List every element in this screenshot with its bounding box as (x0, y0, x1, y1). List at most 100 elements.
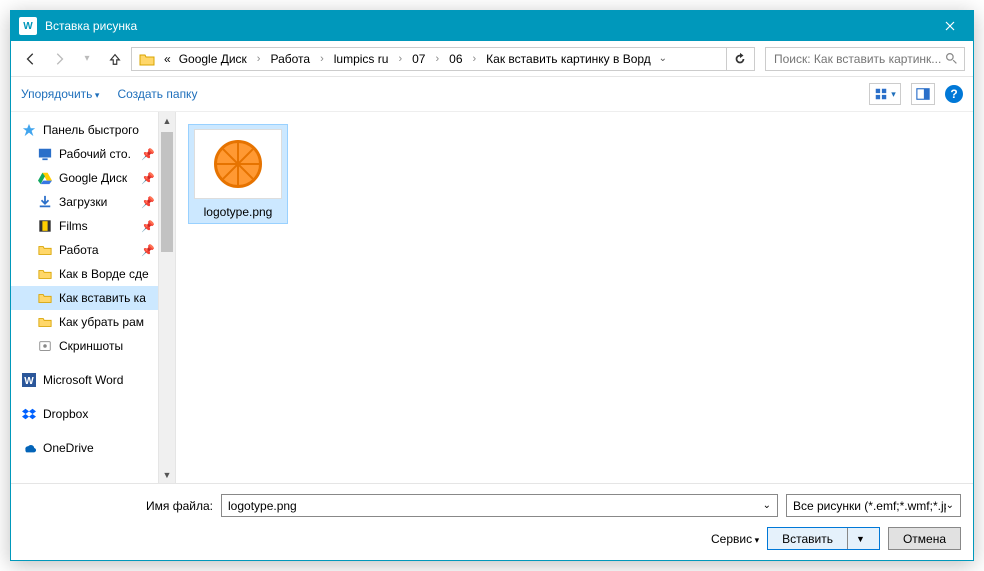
chevron-down-icon[interactable]: ⌄ (763, 500, 771, 511)
breadcrumb-item[interactable]: Как вставить картинку в Ворд (482, 50, 655, 68)
dropbox-icon (21, 406, 37, 422)
file-name: logotype.png (204, 205, 273, 219)
sidebar-item-onedrive[interactable]: OneDrive (11, 436, 175, 460)
tree-label: Microsoft Word (43, 373, 123, 387)
refresh-button[interactable] (726, 48, 752, 70)
preview-pane-button[interactable] (911, 83, 935, 105)
insert-dropdown[interactable]: ▼ (848, 534, 865, 544)
close-button[interactable] (927, 11, 973, 41)
file-item[interactable]: logotype.png (188, 124, 288, 224)
sidebar-item-gdrive[interactable]: Google Диск 📌 (11, 166, 175, 190)
sidebar-item-downloads[interactable]: Загрузки 📌 (11, 190, 175, 214)
scroll-down-icon[interactable]: ▼ (159, 466, 175, 483)
sidebar-item-folder[interactable]: Как убрать рам (11, 310, 175, 334)
footer: Имя файла: logotype.png ⌄ Все рисунки (*… (11, 483, 973, 560)
sidebar-item-films[interactable]: Films 📌 (11, 214, 175, 238)
chevron-right-icon: › (467, 53, 483, 65)
navigation-bar: ▾ « Google Диск › Работа › lumpics ru › … (11, 41, 973, 77)
film-icon (37, 218, 53, 234)
titlebar: W Вставка рисунка (11, 11, 973, 41)
pin-icon: 📌 (141, 196, 155, 209)
toolbar: Упорядочить Создать папку ▾ ? (11, 77, 973, 111)
tree-label: OneDrive (43, 441, 94, 455)
folder-icon (37, 242, 53, 258)
breadcrumb-item[interactable]: Google Диск (175, 50, 251, 68)
dialog-title: Вставка рисунка (45, 19, 137, 33)
gdrive-icon (37, 170, 53, 186)
chevron-right-icon: › (429, 53, 445, 65)
search-input[interactable] (772, 51, 945, 67)
sidebar-item-screenshots[interactable]: Скриншоты (11, 334, 175, 358)
insert-button[interactable]: Вставить ▼ (767, 527, 880, 550)
chevron-right-icon: › (314, 53, 330, 65)
up-button[interactable] (103, 47, 127, 71)
cancel-label: Отмена (903, 532, 946, 546)
orange-icon (214, 140, 262, 188)
quick-access-node[interactable]: Панель быстрого (11, 118, 175, 142)
filename-input[interactable]: logotype.png ⌄ (221, 494, 778, 517)
help-button[interactable]: ? (945, 85, 963, 103)
pin-icon: 📌 (141, 172, 155, 185)
file-filter-combo[interactable]: Все рисунки (*.emf;*.wmf;*.jpg ⌄ (786, 494, 961, 517)
download-icon (37, 194, 53, 210)
filename-value: logotype.png (228, 499, 297, 513)
chevron-down-icon: ⌄ (946, 500, 954, 511)
folder-icon (37, 266, 53, 282)
chevron-right-icon: › (251, 53, 267, 65)
breadcrumb-item[interactable]: Работа (266, 50, 314, 68)
sidebar-item-dropbox[interactable]: Dropbox (11, 402, 175, 426)
star-icon (21, 122, 37, 138)
search-icon (945, 52, 958, 65)
filename-label: Имя файла: (23, 499, 213, 513)
breadcrumb-item[interactable]: lumpics ru (330, 50, 393, 68)
tree-label: Рабочий сто. (59, 147, 131, 161)
breadcrumb-item[interactable]: 06 (445, 50, 466, 68)
breadcrumb-prefix[interactable]: « (160, 50, 175, 68)
sidebar-item-folder[interactable]: Как в Ворде сде (11, 262, 175, 286)
pin-icon: 📌 (141, 148, 155, 161)
tree-label: Как убрать рам (59, 315, 144, 329)
pin-icon: 📌 (141, 220, 155, 233)
back-button[interactable] (19, 47, 43, 71)
cancel-button[interactable]: Отмена (888, 527, 961, 550)
body-area: Панель быстрого Рабочий сто. 📌 Google Ди… (11, 111, 973, 483)
sidebar-item-word[interactable]: W Microsoft Word (11, 368, 175, 392)
sidebar-item-folder[interactable]: Работа 📌 (11, 238, 175, 262)
tree-label: Как вставить ка (59, 291, 146, 305)
sidebar-scrollbar[interactable]: ▲ ▼ (158, 112, 175, 483)
tree-label: Films (59, 219, 88, 233)
search-box[interactable] (765, 47, 965, 71)
sidebar-item-desktop[interactable]: Рабочий сто. 📌 (11, 142, 175, 166)
organize-button[interactable]: Упорядочить (21, 87, 99, 101)
breadcrumb-item[interactable]: 07 (408, 50, 429, 68)
tree-label: Dropbox (43, 407, 88, 421)
tree-label: Как в Ворде сде (59, 267, 149, 281)
folder-icon (138, 50, 156, 68)
insert-picture-dialog: W Вставка рисунка ▾ « Google Диск › Рабо… (10, 10, 974, 561)
view-mode-button[interactable]: ▾ (869, 83, 901, 105)
file-thumbnail (194, 129, 282, 199)
recent-dropdown[interactable]: ▾ (75, 47, 99, 71)
breadcrumb-dropdown[interactable]: ⌄ (655, 53, 671, 64)
tools-button[interactable]: Сервис (711, 532, 759, 546)
sidebar-item-folder[interactable]: Как вставить ка (11, 286, 175, 310)
forward-button[interactable] (47, 47, 71, 71)
new-folder-button[interactable]: Создать папку (117, 87, 197, 101)
word-icon: W (19, 17, 37, 35)
tree-label: Работа (59, 243, 99, 257)
desktop-icon (37, 146, 53, 162)
folder-icon (37, 290, 53, 306)
word-icon: W (21, 372, 37, 388)
screenshot-icon (37, 338, 53, 354)
tree-label: Загрузки (59, 195, 107, 209)
file-list[interactable]: logotype.png (176, 112, 973, 483)
scroll-thumb[interactable] (161, 132, 173, 252)
chevron-right-icon: › (392, 53, 408, 65)
tree-label: Панель быстрого (43, 123, 139, 137)
tree-label: Скриншоты (59, 339, 123, 353)
scroll-up-icon[interactable]: ▲ (159, 112, 175, 129)
filter-text: Все рисунки (*.emf;*.wmf;*.jpg (793, 499, 946, 513)
tree-label: Google Диск (59, 171, 127, 185)
breadcrumb-bar[interactable]: « Google Диск › Работа › lumpics ru › 07… (131, 47, 755, 71)
close-icon (945, 21, 955, 31)
